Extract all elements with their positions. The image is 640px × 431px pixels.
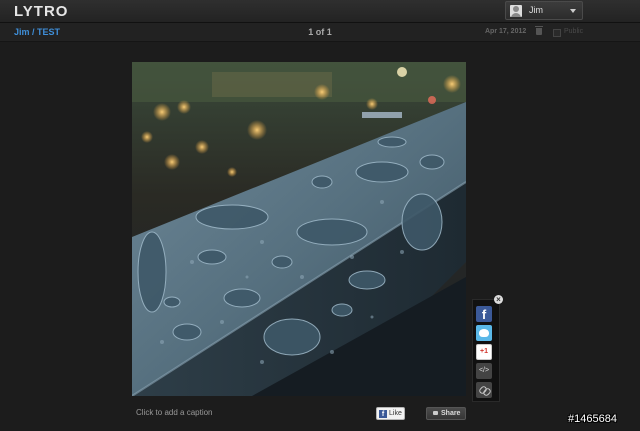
- link-icon[interactable]: [476, 382, 492, 398]
- like-label: Like: [389, 410, 402, 417]
- speech-bubble-icon: [433, 411, 438, 415]
- facebook-icon[interactable]: f: [476, 306, 492, 322]
- chevron-down-icon: [570, 9, 576, 13]
- user-menu-dropdown[interactable]: Jim: [505, 1, 583, 20]
- watermark-text: #1465684: [568, 413, 617, 425]
- facebook-like-button[interactable]: f Like: [376, 407, 405, 420]
- picture-counter: 1 of 1: [308, 27, 332, 37]
- close-icon[interactable]: ×: [494, 295, 503, 304]
- user-avatar-icon: [510, 5, 522, 17]
- trash-icon[interactable]: [535, 26, 543, 35]
- facebook-icon: f: [379, 410, 387, 418]
- google-plus-icon[interactable]: +1: [476, 344, 492, 360]
- photo-image: [132, 62, 466, 396]
- lytro-logo[interactable]: LYTRO: [14, 3, 68, 20]
- embed-icon[interactable]: </>: [476, 363, 492, 379]
- share-button[interactable]: Share: [426, 407, 466, 420]
- sub-header: Jim / TEST 1 of 1 Apr 17, 2012 Public: [0, 23, 640, 42]
- picture-date: Apr 17, 2012: [485, 28, 527, 35]
- caption-field[interactable]: Click to add a caption: [136, 408, 213, 417]
- living-picture[interactable]: [132, 62, 466, 396]
- twitter-icon[interactable]: [476, 325, 492, 341]
- user-name: Jim: [529, 5, 543, 15]
- public-checkbox[interactable]: [553, 29, 561, 37]
- top-bar: LYTRO Jim: [0, 0, 640, 23]
- share-label: Share: [441, 410, 461, 417]
- public-label: Public: [564, 28, 584, 35]
